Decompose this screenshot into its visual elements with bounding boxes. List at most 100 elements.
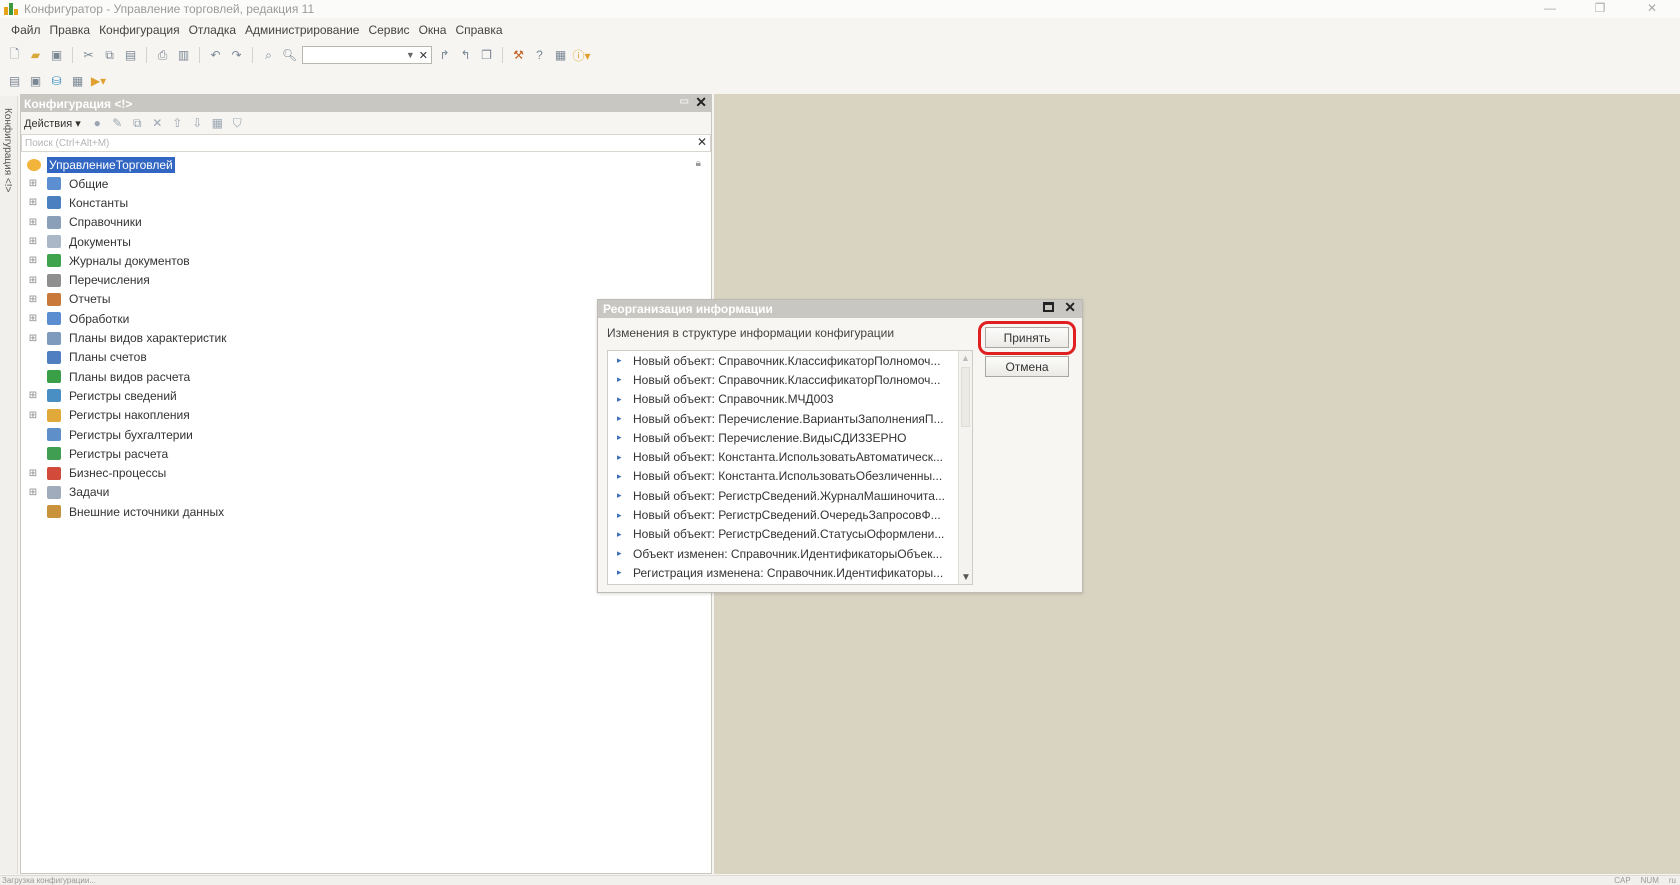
expand-icon[interactable]: ⊞ [28,410,38,421]
scroll-down-icon[interactable]: ▼ [961,572,971,583]
close-window-button[interactable]: ✕ [1627,0,1677,18]
print-icon[interactable]: ⎙ [154,47,171,64]
menu-configuration[interactable]: Конфигурация [99,23,180,37]
search-input[interactable]: Поиск (Ctrl+Alt+M) ✕ [21,134,711,152]
change-row[interactable]: ▸ Новый объект: Справочник.КлассификаторП… [608,351,972,370]
change-row[interactable]: ▸ Новый объект: РегистрСведений.ЖурналМаш… [608,486,972,505]
expand-arrow-icon[interactable]: ▸ [617,529,623,540]
change-row[interactable]: ▸ Регистрация изменена: Справочник.Иденти… [608,563,972,582]
expand-arrow-icon[interactable]: ▸ [617,355,623,366]
change-row[interactable]: ▸ Новый объект: Справочник.МЧД003 [608,390,972,409]
tree-item[interactable]: ⊞ Журналы документов [21,251,711,270]
expand-icon[interactable]: ⊞ [28,178,38,189]
tree-item[interactable]: ⊞ Справочники [21,213,711,232]
tree-item[interactable]: ⊞ Константы [21,193,711,212]
info-icon[interactable]: ⓘ▾ [572,47,590,64]
menu-file[interactable]: Файл [11,23,41,37]
pin-icon[interactable]: ▭ [680,96,689,107]
delete-icon[interactable]: ✕ [150,116,165,131]
change-row[interactable]: ▸ Новый объект: Перечисление.ВидыСДИЗЗЕРН… [608,428,972,447]
scroll-thumb[interactable] [961,367,970,427]
tree-item[interactable]: ⊞ Общие [21,174,711,193]
change-row[interactable]: ▸ Новый объект: РегистрСведений.ОчередьЗа… [608,505,972,524]
change-row[interactable]: ▸ Новый объект: РегистрСведений.СтатусыОф… [608,525,972,544]
expand-arrow-icon[interactable]: ▸ [617,548,623,559]
expand-arrow-icon[interactable]: ▸ [617,394,623,405]
help-icon[interactable]: ? [531,47,548,64]
change-row[interactable]: ▸ Объект изменен: Справочник.Идентификато… [608,544,972,563]
copy-icon[interactable]: ⧉ [101,47,118,64]
tree-root[interactable]: УправлениеТорговлей 🔒︎ [21,156,711,174]
debug-icon[interactable]: ⚒ [510,47,527,64]
tree-item[interactable]: ⊞ Перечисления [21,270,711,289]
menu-administration[interactable]: Администрирование [245,23,359,37]
window-icon[interactable]: ❐ [478,47,495,64]
move-up-icon[interactable]: ⇧ [170,116,185,131]
clear-icon[interactable]: ✕ [419,49,428,62]
search-combo[interactable]: ▼ ✕ [302,46,432,64]
scroll-up-icon[interactable]: ▲ [961,353,970,363]
expand-icon[interactable]: ⊞ [28,333,38,344]
expand-icon[interactable]: ⊞ [28,236,38,247]
paste-icon[interactable]: ▤ [122,47,139,64]
expand-arrow-icon[interactable]: ▸ [617,490,623,501]
expand-arrow-icon[interactable]: ▸ [617,567,623,578]
properties-icon[interactable]: ▣ [27,73,44,90]
search-icon[interactable]: 🔍︎ [281,47,298,64]
change-row[interactable]: ▸ Новый объект: Перечисление.ВариантыЗапо… [608,409,972,428]
expand-icon[interactable]: ⊞ [28,197,38,208]
expand-icon[interactable]: ⊞ [28,255,38,266]
run-icon[interactable]: ▶▾ [90,73,107,90]
open-folder-icon[interactable]: ▰ [27,47,44,64]
cancel-button[interactable]: Отмена [985,356,1069,377]
config-tree-icon[interactable]: ▤ [6,73,23,90]
expand-icon[interactable]: ⊞ [28,487,38,498]
expand-arrow-icon[interactable]: ▸ [617,510,623,521]
chevron-down-icon[interactable]: ▼ [406,50,415,60]
expand-icon[interactable]: ⊞ [28,294,38,305]
undo-icon[interactable]: ↶ [207,47,224,64]
clear-search-icon[interactable]: ✕ [697,135,707,149]
new-document-icon[interactable]: 🗋 [6,47,23,64]
database-icon[interactable]: ⛁ [48,73,65,90]
menu-debug[interactable]: Отладка [189,23,236,37]
edit-icon[interactable]: ✎ [110,116,125,131]
expand-arrow-icon[interactable]: ▸ [617,413,623,424]
find-previous-icon[interactable]: ↰ [457,47,474,64]
table-icon[interactable]: ▦ [69,73,86,90]
change-row[interactable]: ▸ Новый объект: Константа.ИспользоватьОбе… [608,467,972,486]
filter-icon[interactable]: ⛉ [230,116,245,131]
document-icon[interactable]: ▦ [552,47,569,64]
print-preview-icon[interactable]: ▥ [175,47,192,64]
actions-menu[interactable]: Действия ▾ [24,117,81,130]
find-icon[interactable]: ⌕ [260,47,277,64]
close-icon[interactable]: ✕ [695,94,707,111]
expand-icon[interactable]: ⊞ [28,390,38,401]
copy-icon[interactable]: ⧉ [130,116,145,131]
expand-icon[interactable]: ⊞ [28,468,38,479]
expand-arrow-icon[interactable]: ▸ [617,452,623,463]
find-next-icon[interactable]: ↱ [436,47,453,64]
tree-item[interactable]: ⊞ Документы [21,232,711,251]
menu-service[interactable]: Сервис [368,23,409,37]
expand-icon[interactable]: ⊞ [28,313,38,324]
add-icon[interactable]: ● [90,116,105,131]
expand-icon[interactable]: ⊞ [28,275,38,286]
change-row[interactable]: ▸ Новый объект: Константа.ИспользоватьАвт… [608,447,972,466]
restore-button[interactable]: ❐ [1575,0,1625,18]
expand-arrow-icon[interactable]: ▸ [617,374,623,385]
sort-icon[interactable]: ▦ [210,116,225,131]
expand-arrow-icon[interactable]: ▸ [617,471,623,482]
move-down-icon[interactable]: ⇩ [190,116,205,131]
minimize-button[interactable]: — [1525,0,1575,18]
accept-button[interactable]: Принять [985,327,1069,348]
redo-icon[interactable]: ↷ [228,47,245,64]
side-panel-tab[interactable]: Конфигурация <!> [0,96,18,874]
maximize-icon[interactable] [1043,302,1054,312]
expand-icon[interactable]: ⊞ [28,217,38,228]
menu-help[interactable]: Справка [455,23,502,37]
change-row[interactable]: ▸ Новый объект: Справочник.КлассификаторП… [608,370,972,389]
save-icon[interactable]: ▣ [48,47,65,64]
menu-edit[interactable]: Правка [50,23,91,37]
expand-arrow-icon[interactable]: ▸ [617,432,623,443]
